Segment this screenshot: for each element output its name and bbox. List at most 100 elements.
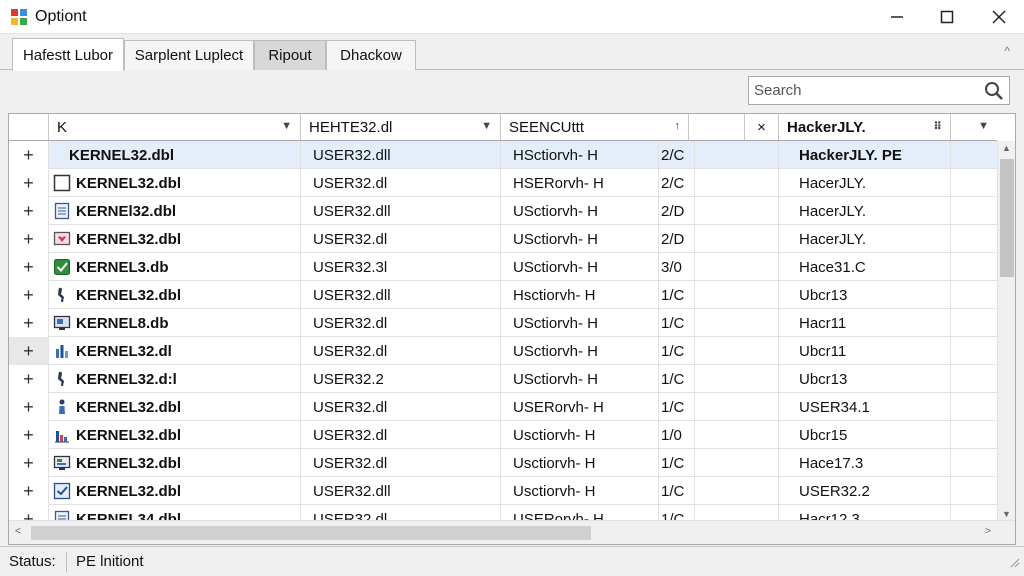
section-cell: USctiorvh- H (501, 253, 659, 281)
table-row[interactable]: + KERNEL32.dl USER32.dl USctiorvh- H 1/C Ubcr… (9, 337, 997, 365)
vertical-scrollbar[interactable]: ▲ ▼ (997, 141, 1015, 521)
expand-icon[interactable]: + (9, 253, 49, 281)
module-name-cell[interactable]: KERNEL8.db (49, 309, 301, 337)
table-row[interactable]: + KERNEL32.dbl USER32.dl USERorvh- H 1/C USER… (9, 393, 997, 421)
tab-dhackow[interactable]: Dhackow (326, 40, 416, 70)
expand-icon[interactable]: + (9, 309, 49, 337)
header-dll[interactable]: HEHTE32.dl ▼ (301, 114, 501, 140)
hacker-cell: Ubcr11 (779, 337, 951, 365)
horizontal-scrollbar[interactable]: < > (9, 520, 1015, 544)
table-row[interactable]: + KERNEL8.db USER32.dl USctiorvh- H 1/C Hacr1… (9, 309, 997, 337)
scroll-up-icon[interactable]: ▲ (1002, 143, 1011, 153)
module-name-cell[interactable]: KERNEL32.dl (49, 337, 301, 365)
module-name-cell[interactable]: KERNEL32.dbl (49, 281, 301, 309)
module-name-cell[interactable]: KERNEl32.dbl (49, 197, 301, 225)
empty-cell (951, 309, 997, 337)
module-name-cell[interactable]: KERNEL32.dbl (49, 393, 301, 421)
search-icon[interactable] (984, 81, 1004, 105)
chevron-up-icon[interactable]: ^ (1004, 44, 1010, 58)
empty-cell (951, 281, 997, 309)
table-row[interactable]: + KERNEL32.dbl USER32.dll Usctiorvh- H 1/C US… (9, 477, 997, 505)
expand-icon[interactable]: + (9, 141, 49, 169)
table-row[interactable]: + KERNEL32.d:l USER32.2 USctiorvh- H 1/C Ubcr… (9, 365, 997, 393)
expand-icon[interactable]: + (9, 281, 49, 309)
header-label: K (57, 118, 68, 136)
close-button[interactable] (974, 0, 1024, 34)
table-row[interactable]: + KERNEL32.dbl USER32.dl USctiorvh- H 2/D Hac… (9, 225, 997, 253)
maximize-button[interactable] (922, 0, 972, 34)
title-bar[interactable]: Optiont (0, 0, 1024, 34)
hacker-cell: Hace17.3 (779, 449, 951, 477)
scroll-thumb[interactable] (1000, 159, 1014, 277)
module-name: KERNEL32.dbl (76, 482, 182, 500)
table-row[interactable]: + KERNEL32.dbl USER32.dl Usctiorvh- H 1/C Hac… (9, 449, 997, 477)
sort-up-icon[interactable]: ↑ (675, 120, 681, 132)
empty-cell (695, 225, 779, 253)
module-name-cell[interactable]: KERNEL34.dbl (49, 505, 301, 521)
module-name: KERNEL3.db (76, 258, 169, 276)
expand-icon[interactable]: + (9, 365, 49, 393)
minimize-button[interactable] (872, 0, 922, 34)
header-hacker[interactable]: HackerJLY. ⠿ (779, 114, 951, 140)
check-window-icon (53, 482, 71, 500)
header-remove[interactable]: × (745, 114, 779, 140)
expand-icon[interactable]: + (9, 449, 49, 477)
module-name-cell[interactable]: KERNEL32.dbl (49, 225, 301, 253)
tab-ripout[interactable]: Ripout (254, 40, 326, 70)
search-input[interactable] (749, 77, 974, 104)
close-icon (992, 10, 1006, 24)
module-name-cell[interactable]: KERNEL3.db (49, 253, 301, 281)
expand-icon[interactable]: + (9, 393, 49, 421)
table-row[interactable]: + KERNEL32.dbl USER32.dl HSERorvh- H 2/C Hace… (9, 169, 997, 197)
screen-icon (53, 454, 71, 472)
ratio-cell: 1/C (659, 309, 695, 337)
ratio-cell: 1/C (659, 393, 695, 421)
scroll-left-icon[interactable]: < (15, 526, 21, 537)
empty-cell (951, 421, 997, 449)
module-name-cell[interactable]: KERNEL32.dbl (49, 421, 301, 449)
tab-sarplent-luplect[interactable]: Sarplent Luplect (124, 40, 254, 70)
chevron-down-icon[interactable]: ▼ (978, 120, 989, 132)
module-name: KERNEL32.dbl (76, 454, 182, 472)
module-name-cell[interactable]: KERNEL32.dbl (49, 141, 301, 169)
chevron-down-icon[interactable]: ▼ (281, 120, 292, 132)
close-icon[interactable]: × (757, 119, 766, 136)
scroll-down-icon[interactable]: ▼ (1002, 509, 1011, 519)
header-section[interactable]: SEENCUttt ↑ (501, 114, 689, 140)
empty-cell (951, 365, 997, 393)
expand-icon[interactable]: + (9, 477, 49, 505)
expand-icon[interactable]: + (9, 421, 49, 449)
header-k[interactable]: K ▼ (49, 114, 301, 140)
section-cell: USERorvh- H (501, 393, 659, 421)
tab-hafestt-lubor[interactable]: Hafestt Lubor (12, 38, 124, 71)
resize-grip-icon[interactable] (1008, 555, 1020, 572)
expand-icon[interactable]: + (9, 225, 49, 253)
section-cell: USERorvh- H (501, 505, 659, 521)
table-row[interactable]: + KERNEL32.dbl USER32.dll Hsctiorvh- H 1/C Ub… (9, 281, 997, 309)
scroll-right-icon[interactable]: > (985, 526, 991, 537)
table-row[interactable]: + KERNEl32.dbl USER32.dll USctiorvh- H 2/D Ha… (9, 197, 997, 225)
expand-icon[interactable]: + (9, 337, 49, 365)
table-row[interactable]: + KERNEL32.dbl USER32.dll HSctiorvh- H 2/C Ha… (9, 141, 997, 169)
empty-cell (951, 141, 997, 169)
table-row[interactable]: + KERNEL3.db USER32.3l USctiorvh- H 3/0 Hace3… (9, 253, 997, 281)
data-grid[interactable]: K ▼ HEHTE32.dl ▼ SEENCUttt ↑ × HackerJLY… (8, 113, 1016, 545)
module-name-cell[interactable]: KERNEL32.dbl (49, 449, 301, 477)
header-blank[interactable] (689, 114, 745, 140)
expand-icon[interactable]: + (9, 169, 49, 197)
expand-icon[interactable]: + (9, 505, 49, 521)
search-box[interactable] (748, 76, 1010, 105)
module-name-cell[interactable]: KERNEL32.dbl (49, 477, 301, 505)
expand-icon[interactable]: + (9, 197, 49, 225)
scroll-thumb[interactable] (31, 526, 591, 540)
table-row[interactable]: + KERNEL34.dbl USER32.dl USERorvh- H 1/C Hacr… (9, 505, 997, 521)
dll-cell: USER32.dl (301, 309, 501, 337)
section-cell: USctiorvh- H (501, 337, 659, 365)
grip-icon[interactable]: ⠿ (933, 120, 942, 133)
module-name: KERNEL32.dbl (69, 146, 175, 164)
module-name-cell[interactable]: KERNEL32.d:l (49, 365, 301, 393)
module-name-cell[interactable]: KERNEL32.dbl (49, 169, 301, 197)
header-menu[interactable]: ▼ (951, 114, 997, 140)
chevron-down-icon[interactable]: ▼ (481, 120, 492, 132)
table-row[interactable]: + KERNEL32.dbl USER32.dl Usctiorvh- H 1/0 Ubc… (9, 421, 997, 449)
